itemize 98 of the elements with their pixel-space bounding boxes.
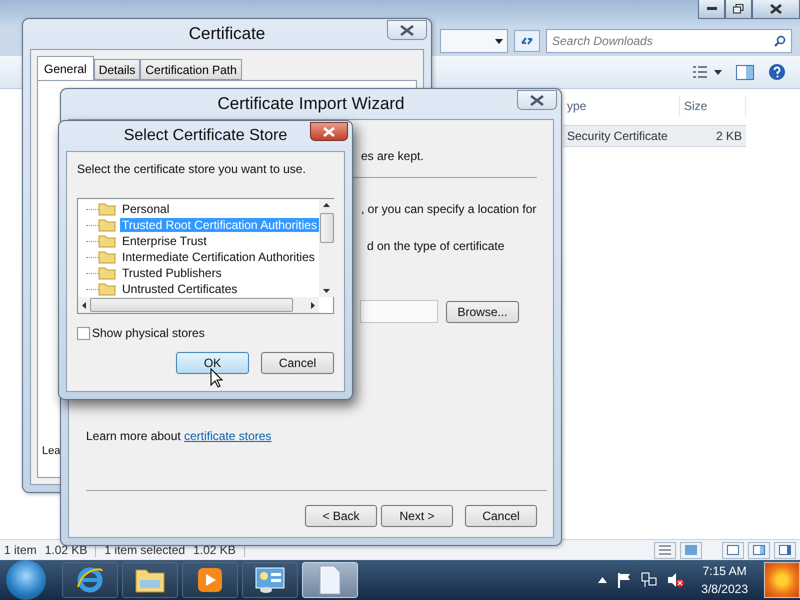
flag-icon[interactable] [617,572,632,588]
scroll-up-icon[interactable] [323,203,330,207]
clock[interactable]: 7:15 AM 3/8/2023 [701,564,748,596]
clock-time: 7:15 AM [702,564,747,578]
address-field[interactable] [440,29,508,53]
caret-icon [495,38,503,44]
network-icon[interactable] [641,572,658,588]
description-text: , or you can specify a location for [361,202,537,216]
store-item[interactable]: Enterprise Trust [120,234,209,248]
folder-icon [98,202,116,216]
close-button[interactable] [752,0,800,19]
prompt-text: Select the certificate store you want to use. [77,162,307,176]
store-item[interactable]: Personal [120,202,172,216]
learn-more-text: Lea [42,445,60,457]
close-button[interactable] [310,122,348,141]
view-options-button[interactable] [692,65,722,79]
list-icon [659,545,671,555]
document-icon [318,565,342,595]
scroll-down-icon[interactable] [323,289,330,293]
status-text: 1.02 KB [44,543,88,557]
pane-icon [753,545,765,555]
store-path-field[interactable] [360,300,438,323]
refresh-button[interactable] [514,30,540,52]
tab[interactable]: Certification Path [140,59,242,80]
window-icon [727,545,739,555]
folder-icon [98,234,116,248]
close-icon [770,4,782,14]
muted-speaker-icon[interactable] [667,572,686,588]
learn-more-text: Learn more about certificate stores [86,429,272,443]
help-icon [768,63,786,81]
minimize-icon [706,7,716,11]
description-text: d on the type of certificate [367,239,506,253]
close-icon [323,126,335,136]
column-header[interactable]: Size [680,95,746,117]
pane-icon [779,545,791,555]
checkbox[interactable] [77,326,90,340]
help-button[interactable] [768,63,786,81]
folder-icon [98,218,116,232]
show-desktop-button[interactable] [764,562,800,598]
store-item[interactable]: Intermediate Certification Authorities [120,250,317,264]
pane-icon [736,64,754,80]
dialog-button[interactable]: Cancel [261,352,334,374]
close-icon [530,94,544,106]
certificate-stores-link[interactable]: certificate stores [184,429,272,443]
window-title: Certificate [188,24,266,44]
file-size-cell[interactable]: 2 KB [680,125,746,147]
wizard-button[interactable]: < Back [305,505,377,527]
search-field[interactable]: Search Downloads [546,29,792,53]
preview-pane-button[interactable] [736,64,754,80]
checkbox-label[interactable]: Show physical stores [92,326,205,340]
pane-button[interactable] [774,542,796,558]
close-button[interactable] [387,20,427,40]
horizontal-scrollbar[interactable] [78,297,319,313]
scroll-right-icon[interactable] [310,302,315,308]
vertical-scrollbar[interactable] [318,199,335,297]
control-panel-icon [254,566,286,594]
description-text: es are kept. [361,149,425,163]
dialog-title: Select Certificate Store [124,127,288,145]
thumbnail-view-button[interactable] [680,542,702,558]
mouse-cursor-icon [210,368,223,388]
show-hidden-icons-icon[interactable] [598,577,608,583]
play-icon [196,566,224,594]
pane-button[interactable] [748,542,770,558]
taskbar-app-button[interactable] [182,562,238,598]
file-type-cell[interactable]: Security Certificate [563,125,680,147]
scroll-left-icon[interactable] [82,302,86,308]
restore-button[interactable] [725,0,752,19]
store-item[interactable]: Trusted Publishers [120,266,224,280]
clock-date: 3/8/2023 [701,582,748,596]
browser-e-icon [75,565,105,595]
tab[interactable]: Details [94,59,140,80]
status-text: 1 item selected [104,543,186,557]
status-text: 1.02 KB [193,543,236,557]
caret-icon [714,70,722,74]
minimize-button[interactable] [698,0,725,19]
taskbar-app-button[interactable] [122,562,178,598]
list-icon [692,65,708,79]
close-icon [400,24,414,36]
folder-icon [98,250,116,264]
close-button[interactable] [517,90,557,110]
dialog-button[interactable]: OK [176,352,249,374]
layout-button[interactable] [722,542,744,558]
taskbar-app-button[interactable] [62,562,118,598]
tab[interactable]: General [37,56,94,80]
status-text: 1 item [4,543,37,557]
wizard-button[interactable]: Next > [381,505,453,527]
search-icon[interactable] [774,35,786,47]
start-button[interactable] [6,560,46,600]
taskbar-app-button[interactable] [242,562,298,598]
wizard-button[interactable]: Cancel [465,505,537,527]
store-item[interactable]: Untrusted Certificates [120,282,240,296]
details-view-button[interactable] [654,542,676,558]
browse-button[interactable]: Browse... [446,300,519,322]
column-header[interactable]: ype [563,95,680,117]
picture-icon [685,545,697,555]
window-title: Certificate Import Wizard [217,94,405,114]
restore-icon [733,4,744,14]
folder-icon [98,266,116,280]
